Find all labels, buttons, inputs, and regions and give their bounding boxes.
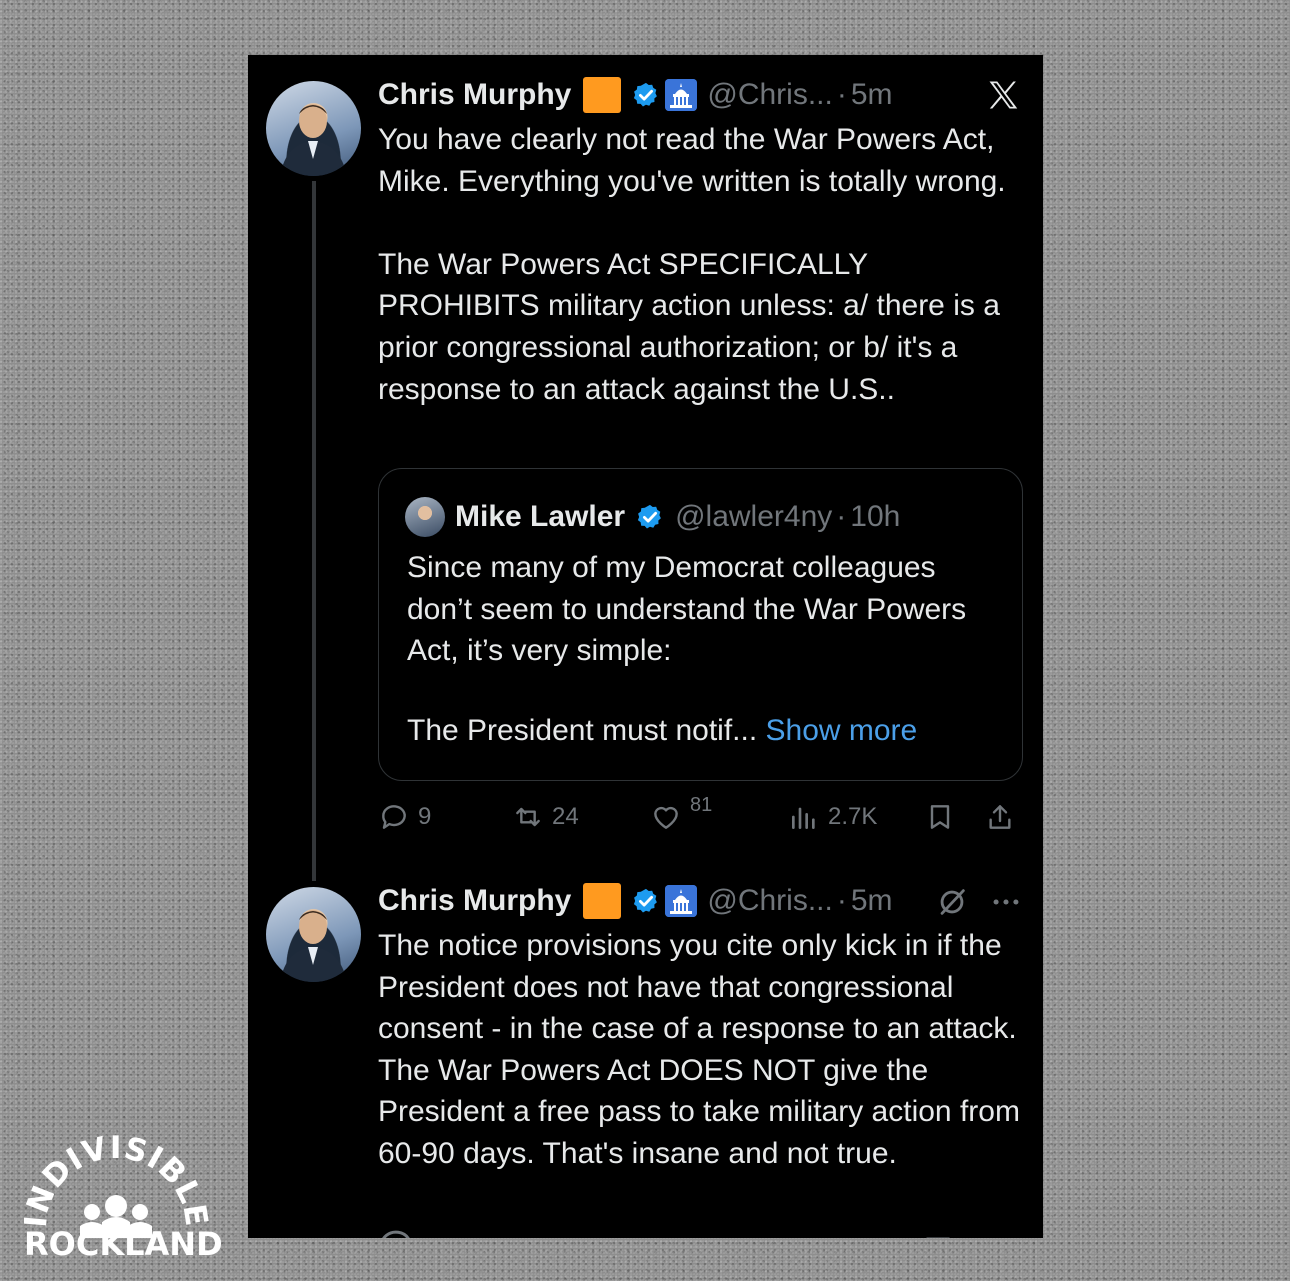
separator-dot: · xyxy=(836,500,847,533)
quoted-author-handle[interactable]: @lawler4ny xyxy=(675,500,832,534)
logo-text: ROCKLAND xyxy=(24,1225,223,1263)
author-name[interactable]: Chris Murphy xyxy=(378,78,571,112)
indivisible-rockland-logo: INDIVISIBLE ROCKLAND xyxy=(18,1128,223,1273)
timestamp[interactable]: 5m xyxy=(851,884,893,918)
capitol-icon xyxy=(665,885,698,917)
like-count: 81 xyxy=(690,793,713,816)
views-button[interactable]: 2.7K xyxy=(788,795,877,839)
share-icon xyxy=(989,805,1011,829)
author-handle[interactable]: @Chris... xyxy=(707,884,832,918)
reply-icon xyxy=(382,805,406,829)
quoted-tweet-header: Mike Lawler @lawler4ny · 10h xyxy=(405,497,900,537)
repost-icon xyxy=(516,807,540,827)
verified-badge-icon xyxy=(634,82,658,107)
tweet-actions: 9 24 81 2.7K xyxy=(378,793,1028,839)
tweet-header: Chris Murphy @Chris... · 5m xyxy=(378,881,893,921)
orange-square-icon xyxy=(583,77,622,113)
grok-icon[interactable] xyxy=(935,885,969,919)
author-handle[interactable]: @Chris... xyxy=(707,78,832,112)
logo-arc: INDIVISIBLE xyxy=(18,1130,214,1238)
quoted-tweet-text: Since many of my Democrat colleagues don… xyxy=(407,551,973,668)
quoted-timestamp[interactable]: 10h xyxy=(850,500,900,534)
heart-icon xyxy=(654,806,678,829)
separator-dot: · xyxy=(836,78,847,111)
separator-dot: · xyxy=(836,884,847,917)
repost-count: 24 xyxy=(552,803,579,830)
more-icon[interactable] xyxy=(989,885,1023,919)
tweet-text: You have clearly not read the War Powers… xyxy=(378,123,1006,406)
avatar[interactable] xyxy=(266,887,361,982)
like-button[interactable]: 81 xyxy=(650,793,713,839)
tweet-header: Chris Murphy @Chris... · 5m xyxy=(378,75,893,115)
repost-button[interactable]: 24 xyxy=(512,795,579,839)
timestamp[interactable]: 5m xyxy=(851,78,893,112)
x-logo-icon xyxy=(989,81,1018,109)
reply-count: 9 xyxy=(418,803,432,830)
tweet-thread-screenshot: Chris Murphy @Chris... · 5m You have cle… xyxy=(248,55,1043,1238)
views-count: 2.7K xyxy=(828,803,878,830)
verified-badge-icon xyxy=(634,888,658,913)
bookmark-button[interactable] xyxy=(924,795,964,839)
tweet-1[interactable]: Chris Murphy @Chris... · 5m You have cle… xyxy=(248,75,1043,881)
orange-square-icon xyxy=(583,883,622,919)
quoted-tweet-truncated-line: The President must notif... Show more xyxy=(407,714,917,748)
tweet-2-actions-partial xyxy=(378,1223,1028,1238)
quoted-avatar[interactable] xyxy=(405,497,445,537)
avatar[interactable] xyxy=(266,81,361,176)
action-icons-partial xyxy=(382,1230,950,1238)
show-more-link[interactable]: Show more xyxy=(766,714,918,747)
quoted-truncated-text: The President must notif... xyxy=(407,714,758,747)
views-icon xyxy=(792,807,815,829)
tweet-text: The notice provisions you cite only kick… xyxy=(378,929,1029,1170)
bookmark-icon xyxy=(930,805,950,829)
share-button[interactable] xyxy=(984,795,1024,839)
capitol-icon xyxy=(665,79,698,111)
author-name[interactable]: Chris Murphy xyxy=(378,884,571,918)
verified-badge-icon xyxy=(637,504,661,529)
tweet-2[interactable]: Chris Murphy @Chris... · 5m The notice p… xyxy=(248,881,1043,1238)
thread-line xyxy=(312,181,316,881)
reply-button[interactable]: 9 xyxy=(378,795,431,839)
quoted-author-name[interactable]: Mike Lawler xyxy=(455,500,625,534)
quoted-tweet[interactable]: Mike Lawler @lawler4ny · 10h Since many … xyxy=(378,468,1023,781)
